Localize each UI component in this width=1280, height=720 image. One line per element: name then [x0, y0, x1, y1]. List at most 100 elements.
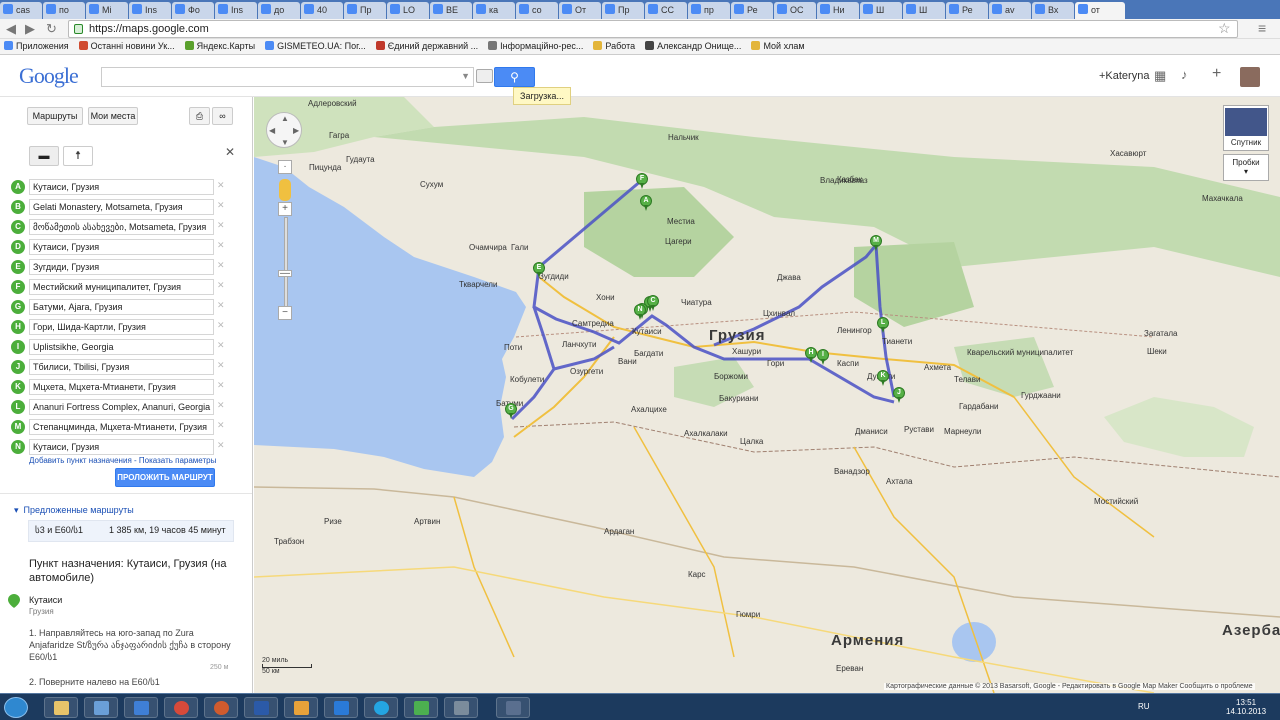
browser-tab[interactable]: LO [387, 2, 429, 19]
route-marker-icon[interactable]: N [634, 304, 646, 320]
app-taskbar-icon[interactable] [444, 697, 478, 718]
browser-tab[interactable]: Вх [1032, 2, 1074, 19]
waypoint-input[interactable]: მოწამეთის ასახევები, Motsameta, Грузия [29, 219, 214, 235]
bookmark-star-icon[interactable]: ☆ [1218, 20, 1231, 37]
waypoint-input[interactable]: Тбилиси, Tbilisi, Грузия [29, 359, 214, 375]
word-taskbar-icon[interactable] [244, 697, 278, 718]
notifications-bell-icon[interactable]: ♪ [1181, 67, 1188, 82]
map-canvas[interactable]: Адлеровский Гагра Пицунда Гудаута Сухум Очамч… [254, 97, 1280, 693]
zoom-out-icon[interactable]: − [278, 306, 292, 320]
waypoint-pin-icon[interactable]: K [11, 380, 25, 394]
waypoint-input[interactable]: Местийский муниципалитет, Грузия [29, 279, 214, 295]
waypoint-pin-icon[interactable]: B [11, 200, 25, 214]
browser-tab[interactable]: ВЕ [430, 2, 472, 19]
browser-tab[interactable]: cas [0, 2, 42, 19]
zoom-slider-thumb[interactable]: — [278, 269, 292, 279]
browser-tab[interactable]: ОС [774, 2, 816, 19]
forward-icon[interactable]: ▶ [25, 21, 35, 37]
tab-routes[interactable]: Маршруты [27, 107, 83, 125]
pan-left-icon[interactable]: ◀ [269, 126, 275, 135]
browser-menu-icon[interactable]: ≡ [1258, 20, 1266, 36]
outlook-taskbar-icon[interactable] [284, 697, 318, 718]
remove-waypoint-icon[interactable]: ✕ [217, 300, 225, 311]
route-marker-icon[interactable]: E [533, 262, 545, 278]
skype-taskbar-icon[interactable] [364, 697, 398, 718]
waypoint-input[interactable]: Батуми, Ajara, Грузия [29, 299, 214, 315]
waypoint-pin-icon[interactable]: F [11, 280, 25, 294]
app-taskbar-icon[interactable] [496, 697, 530, 718]
browser-tab[interactable]: Ш [903, 2, 945, 19]
add-destination-link[interactable]: Добавить пункт назначения - Показать пар… [29, 456, 216, 465]
route-marker-icon[interactable]: M [870, 235, 882, 251]
browser-taskbar-icon[interactable] [204, 697, 238, 718]
browser-tab[interactable]: Ре [731, 2, 773, 19]
bookmark-item[interactable]: Приложения [4, 39, 69, 54]
waypoint-pin-icon[interactable]: L [11, 400, 25, 414]
google-logo[interactable]: Google [19, 63, 79, 89]
bookmark-item[interactable]: Александр Онище... [645, 39, 741, 54]
route-marker-icon[interactable]: L [877, 317, 889, 333]
app-taskbar-icon[interactable] [404, 697, 438, 718]
browser-tab[interactable]: со [516, 2, 558, 19]
remove-waypoint-icon[interactable]: ✕ [217, 180, 225, 191]
remove-waypoint-icon[interactable]: ✕ [217, 360, 225, 371]
address-bar[interactable]: https://maps.google.com [68, 20, 1238, 38]
remove-waypoint-icon[interactable]: ✕ [217, 420, 225, 431]
waypoint-input[interactable]: Гори, Шида-Картли, Грузия [29, 319, 214, 335]
browser-tab[interactable]: От [559, 2, 601, 19]
waypoint-input[interactable]: Uplistsikhe, Georgia [29, 339, 214, 355]
remove-waypoint-icon[interactable]: ✕ [217, 280, 225, 291]
browser-tab[interactable]: Ш [860, 2, 902, 19]
pegman-icon[interactable] [279, 179, 291, 201]
teamviewer-taskbar-icon[interactable] [324, 697, 358, 718]
waypoint-pin-icon[interactable]: E [11, 260, 25, 274]
browser-tab[interactable]: Ins [129, 2, 171, 19]
bookmark-item[interactable]: Мой хлам [751, 39, 805, 54]
explorer-taskbar-icon[interactable] [44, 697, 78, 718]
remove-waypoint-icon[interactable]: ✕ [217, 240, 225, 251]
browser-tab[interactable]: СС [645, 2, 687, 19]
route-marker-icon[interactable]: G [505, 403, 517, 419]
get-directions-button[interactable]: ПРОЛОЖИТЬ МАРШРУТ [115, 468, 215, 487]
bookmark-item[interactable]: Яндекс.Карты [184, 39, 255, 54]
car-mode-icon[interactable]: ▬ [29, 146, 59, 166]
route-marker-icon[interactable]: K [877, 370, 889, 386]
browser-tab[interactable]: Пр [344, 2, 386, 19]
waypoint-pin-icon[interactable]: D [11, 240, 25, 254]
bookmark-item[interactable]: Єдиний державний ... [375, 39, 478, 54]
search-button[interactable]: ⚲ [494, 67, 535, 87]
browser-tab[interactable]: 40 [301, 2, 343, 19]
direction-step[interactable]: 1. Направляйтесь на юго-запад по Zura An… [29, 627, 234, 663]
avatar[interactable] [1240, 67, 1260, 87]
language-indicator[interactable]: RU [1138, 702, 1150, 711]
back-icon[interactable]: ◀ [6, 21, 16, 37]
user-name-link[interactable]: +Kateryna [1099, 70, 1149, 82]
start-button[interactable] [4, 697, 28, 718]
waypoint-input[interactable]: Степанцминда, Мцхета-Мтианети, Грузия [29, 419, 214, 435]
walk-mode-icon[interactable]: ☨ [63, 146, 93, 166]
keyboard-icon[interactable] [476, 69, 493, 83]
remove-waypoint-icon[interactable]: ✕ [217, 400, 225, 411]
waypoint-pin-icon[interactable]: A [11, 180, 25, 194]
direction-step[interactable]: 2. Поверните налево на E60/ს1 [29, 677, 160, 688]
waypoint-pin-icon[interactable]: I [11, 340, 25, 354]
browser-tab[interactable]: от [1075, 2, 1125, 19]
browser-tab[interactable]: Ре [946, 2, 988, 19]
zoom-slider[interactable] [284, 217, 288, 307]
route-marker-icon[interactable]: H [805, 347, 817, 363]
browser-tab[interactable]: Ins [215, 2, 257, 19]
waypoint-input[interactable]: Кутаиси, Грузия [29, 239, 214, 255]
chrome-taskbar-icon[interactable] [164, 697, 198, 718]
pan-down-icon[interactable]: ▼ [281, 138, 289, 147]
maps-search-input[interactable]: ▼ [101, 67, 474, 87]
waypoint-pin-icon[interactable]: M [11, 420, 25, 434]
waypoint-input[interactable]: Мцхета, Мцхета-Мтианети, Грузия [29, 379, 214, 395]
zoom-in-icon[interactable]: + [278, 202, 292, 216]
waypoint-input[interactable]: Ananuri Fortress Complex, Ananuri, Georg… [29, 399, 214, 415]
waypoint-input[interactable]: Зугдиди, Грузия [29, 259, 214, 275]
waypoint-pin-icon[interactable]: G [11, 300, 25, 314]
clock[interactable]: 13:51 14.10.2013 [1226, 698, 1266, 716]
browser-tab[interactable]: пр [688, 2, 730, 19]
remove-waypoint-icon[interactable]: ✕ [217, 380, 225, 391]
browser-tab[interactable]: Пр [602, 2, 644, 19]
